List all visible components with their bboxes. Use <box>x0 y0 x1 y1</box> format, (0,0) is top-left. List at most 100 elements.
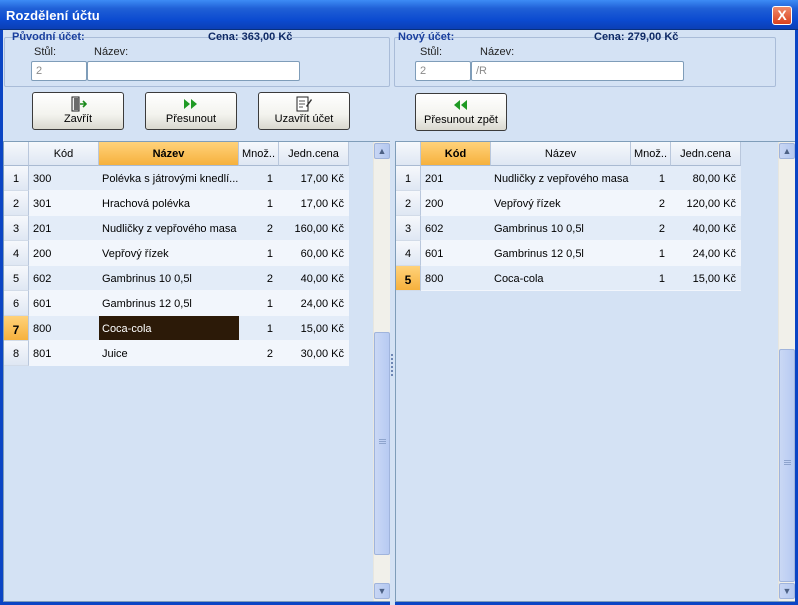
row-number[interactable]: 7 <box>4 316 29 341</box>
cell-unit-price[interactable]: 60,00 Kč <box>279 241 349 266</box>
cell-name[interactable]: Vepřový řízek <box>99 241 239 266</box>
table-row[interactable]: 7 800 Coca-cola 1 15,00 Kč <box>4 316 349 341</box>
new-name-field[interactable]: /R <box>471 61 684 81</box>
cell-quantity[interactable]: 1 <box>239 316 279 341</box>
table-row[interactable]: 5 602 Gambrinus 10 0,5l 2 40,00 Kč <box>4 266 349 291</box>
cell-name[interactable]: Gambrinus 10 0,5l <box>99 266 239 291</box>
cell-unit-price[interactable]: 24,00 Kč <box>671 241 741 266</box>
cell-name[interactable]: Vepřový řízek <box>491 191 631 216</box>
cell-name[interactable]: Coca-cola <box>99 316 239 341</box>
horizontal-splitter[interactable] <box>0 137 798 140</box>
column-header-quantity[interactable]: Množ.. <box>239 142 279 166</box>
cell-quantity[interactable]: 1 <box>239 291 279 316</box>
cell-code[interactable]: 800 <box>29 316 99 341</box>
chevron-up-icon[interactable]: ▲ <box>779 143 795 159</box>
table-row[interactable]: 2 200 Vepřový řízek 2 120,00 Kč <box>396 191 741 216</box>
cell-name[interactable]: Nudličky z vepřového masa <box>491 166 631 191</box>
original-grid-scrollbar[interactable]: ▲ ▼ <box>373 142 390 601</box>
cell-unit-price[interactable]: 24,00 Kč <box>279 291 349 316</box>
row-number[interactable]: 5 <box>4 266 29 291</box>
cell-unit-price[interactable]: 160,00 Kč <box>279 216 349 241</box>
cell-unit-price[interactable]: 40,00 Kč <box>671 216 741 241</box>
column-header-unit-price[interactable]: Jedn.cena <box>671 142 741 166</box>
row-number[interactable]: 1 <box>4 166 29 191</box>
row-number[interactable]: 5 <box>396 266 421 291</box>
row-number[interactable]: 3 <box>4 216 29 241</box>
original-name-field[interactable] <box>87 61 300 81</box>
table-row[interactable]: 6 601 Gambrinus 12 0,5l 1 24,00 Kč <box>4 291 349 316</box>
move-button[interactable]: Přesunout <box>145 92 237 130</box>
cell-name[interactable]: Juice <box>99 341 239 366</box>
cell-quantity[interactable]: 1 <box>631 241 671 266</box>
column-header-unit-price[interactable]: Jedn.cena <box>279 142 349 166</box>
row-number[interactable]: 8 <box>4 341 29 366</box>
table-row[interactable]: 3 602 Gambrinus 10 0,5l 2 40,00 Kč <box>396 216 741 241</box>
move-back-button[interactable]: Přesunout zpět <box>415 93 507 131</box>
cell-code[interactable]: 601 <box>421 241 491 266</box>
cell-code[interactable]: 301 <box>29 191 99 216</box>
cell-name[interactable]: Polévka s játrovými knedlí... <box>99 166 239 191</box>
cell-code[interactable]: 200 <box>29 241 99 266</box>
table-row[interactable]: 3 201 Nudličky z vepřového masa 2 160,00 Kč <box>4 216 349 241</box>
table-row[interactable]: 8 801 Juice 2 30,00 Kč <box>4 341 349 366</box>
cell-unit-price[interactable]: 40,00 Kč <box>279 266 349 291</box>
column-header-name[interactable]: Název <box>99 142 239 166</box>
column-header-code[interactable]: Kód <box>29 142 99 166</box>
row-number[interactable]: 2 <box>4 191 29 216</box>
cell-code[interactable]: 300 <box>29 166 99 191</box>
table-row[interactable]: 4 200 Vepřový řízek 1 60,00 Kč <box>4 241 349 266</box>
cell-unit-price[interactable]: 80,00 Kč <box>671 166 741 191</box>
cell-code[interactable]: 201 <box>29 216 99 241</box>
cell-code[interactable]: 800 <box>421 266 491 291</box>
window-close-button[interactable]: X <box>772 6 792 25</box>
cell-quantity[interactable]: 2 <box>239 341 279 366</box>
new-grid-scrollbar[interactable]: ▲ ▼ <box>778 142 795 601</box>
table-row[interactable]: 5 800 Coca-cola 1 15,00 Kč <box>396 266 741 291</box>
cell-unit-price[interactable]: 30,00 Kč <box>279 341 349 366</box>
cell-code[interactable]: 200 <box>421 191 491 216</box>
cell-unit-price[interactable]: 120,00 Kč <box>671 191 741 216</box>
row-number[interactable]: 3 <box>396 216 421 241</box>
row-number[interactable]: 4 <box>396 241 421 266</box>
table-row[interactable]: 1 201 Nudličky z vepřového masa 1 80,00 Kč <box>396 166 741 191</box>
cell-quantity[interactable]: 1 <box>239 191 279 216</box>
column-header-code[interactable]: Kód <box>421 142 491 166</box>
original-table-field[interactable]: 2 <box>31 61 87 81</box>
cell-code[interactable]: 201 <box>421 166 491 191</box>
new-items-grid[interactable]: Kód Název Množ.. Jedn.cena 1 201 Nudličky … <box>395 141 795 602</box>
cell-quantity[interactable]: 2 <box>631 216 671 241</box>
original-items-grid[interactable]: Kód Název Množ.. Jedn.cena 1 300 Polévka s… <box>3 141 390 602</box>
new-grid-scroll-thumb[interactable] <box>779 349 795 582</box>
column-header-name[interactable]: Název <box>491 142 631 166</box>
cell-name[interactable]: Hrachová polévka <box>99 191 239 216</box>
close-bill-button[interactable]: Uzavřít účet <box>258 92 350 130</box>
title-bar[interactable]: Rozdělení účtu X <box>0 0 798 30</box>
cell-unit-price[interactable]: 17,00 Kč <box>279 166 349 191</box>
chevron-down-icon[interactable]: ▼ <box>374 583 390 599</box>
row-number[interactable]: 2 <box>396 191 421 216</box>
row-number[interactable]: 6 <box>4 291 29 316</box>
cell-unit-price[interactable]: 15,00 Kč <box>671 266 741 291</box>
chevron-up-icon[interactable]: ▲ <box>374 143 390 159</box>
cell-name[interactable]: Nudličky z vepřového masa <box>99 216 239 241</box>
cell-quantity[interactable]: 1 <box>631 266 671 291</box>
close-button[interactable]: Zavřít <box>32 92 124 130</box>
table-row[interactable]: 4 601 Gambrinus 12 0,5l 1 24,00 Kč <box>396 241 741 266</box>
cell-unit-price[interactable]: 17,00 Kč <box>279 191 349 216</box>
table-row[interactable]: 2 301 Hrachová polévka 1 17,00 Kč <box>4 191 349 216</box>
new-table-field[interactable]: 2 <box>415 61 471 81</box>
table-row[interactable]: 1 300 Polévka s játrovými knedlí... 1 17,00 … <box>4 166 349 191</box>
cell-name[interactable]: Gambrinus 12 0,5l <box>491 241 631 266</box>
cell-quantity[interactable]: 2 <box>239 266 279 291</box>
cell-unit-price[interactable]: 15,00 Kč <box>279 316 349 341</box>
cell-code[interactable]: 602 <box>421 216 491 241</box>
cell-code[interactable]: 602 <box>29 266 99 291</box>
cell-name[interactable]: Gambrinus 12 0,5l <box>99 291 239 316</box>
cell-code[interactable]: 601 <box>29 291 99 316</box>
row-number[interactable]: 1 <box>396 166 421 191</box>
cell-quantity[interactable]: 1 <box>239 166 279 191</box>
cell-quantity[interactable]: 1 <box>631 166 671 191</box>
column-header-quantity[interactable]: Množ.. <box>631 142 671 166</box>
cell-quantity[interactable]: 1 <box>239 241 279 266</box>
cell-name[interactable]: Gambrinus 10 0,5l <box>491 216 631 241</box>
